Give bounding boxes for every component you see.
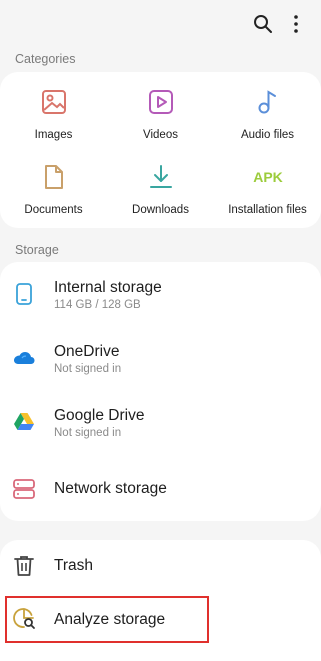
more-vert-icon[interactable] — [290, 14, 302, 34]
video-icon — [149, 90, 173, 114]
apk-icon: APK — [253, 169, 283, 185]
my-files-screen: Categories Images Videos Audio files Doc… — [0, 0, 321, 661]
category-label: Videos — [143, 129, 178, 141]
category-images[interactable]: Images — [0, 82, 107, 154]
highlight-box — [5, 596, 209, 643]
storage-title: Google Drive — [54, 407, 145, 424]
category-label: Audio files — [240, 129, 295, 141]
storage-title: Internal storage — [54, 279, 162, 296]
google-drive-icon — [14, 413, 34, 430]
storage-label: Storage — [15, 243, 59, 257]
document-icon — [45, 165, 63, 189]
storage-subtitle: Not signed in — [54, 363, 122, 375]
category-documents[interactable]: Documents — [0, 157, 107, 229]
network-storage-icon — [13, 479, 35, 499]
categories-label: Categories — [15, 52, 76, 66]
storage-network[interactable]: Network storage — [0, 457, 321, 521]
category-installation-files[interactable]: APK Installation files — [214, 157, 321, 229]
storage-subtitle: 114 GB / 128 GB — [54, 299, 141, 311]
category-downloads[interactable]: Downloads — [107, 157, 214, 229]
category-label: Images — [34, 129, 73, 141]
top-bar — [0, 0, 321, 48]
trash-icon — [14, 556, 34, 576]
category-videos[interactable]: Videos — [107, 82, 214, 154]
category-label: Documents — [24, 204, 83, 216]
category-label: Downloads — [132, 204, 189, 216]
trash-item[interactable]: Trash — [0, 540, 321, 592]
onedrive-icon — [14, 352, 35, 364]
image-icon — [42, 90, 66, 114]
storage-title: Network storage — [54, 480, 167, 497]
storage-title: OneDrive — [54, 343, 120, 360]
storage-card: Internal storage 114 GB / 128 GB OneDriv… — [0, 262, 321, 521]
storage-subtitle: Not signed in — [54, 427, 122, 439]
phone-icon — [16, 283, 32, 305]
trash-label: Trash — [54, 557, 94, 574]
categories-card: Images Videos Audio files Documents Down… — [0, 72, 321, 228]
category-label: Installation files — [228, 204, 307, 216]
download-icon — [150, 165, 172, 188]
storage-onedrive[interactable]: OneDrive Not signed in — [0, 326, 321, 390]
audio-icon — [258, 90, 276, 114]
category-audio[interactable]: Audio files — [214, 82, 321, 154]
storage-google-drive[interactable]: Google Drive Not signed in — [0, 390, 321, 454]
storage-internal[interactable]: Internal storage 114 GB / 128 GB — [0, 262, 321, 326]
search-icon[interactable] — [253, 14, 273, 34]
